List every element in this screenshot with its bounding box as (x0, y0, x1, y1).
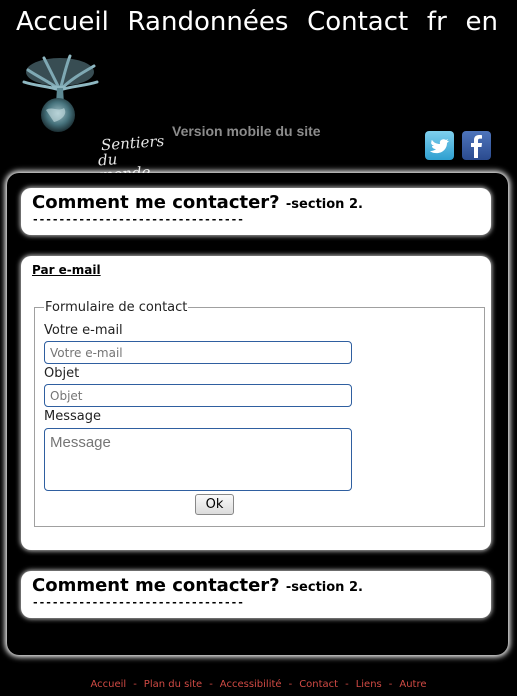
submit-button[interactable]: Ok (195, 494, 234, 515)
nav-contact[interactable]: Contact (307, 7, 408, 37)
section-divider: -------------------------------- (32, 596, 244, 609)
twitter-link[interactable] (425, 131, 454, 160)
footer-link-accueil[interactable]: Accueil (90, 679, 126, 690)
footer-separator: - (209, 679, 213, 690)
nav-randonnees[interactable]: Randonnées (128, 7, 289, 37)
nav-accueil[interactable]: Accueil (16, 7, 109, 37)
message-field[interactable] (44, 428, 352, 491)
footer-link-autre[interactable]: Autre (399, 679, 426, 690)
section-heading-card-top: Comment me contacter? -section 2. ------… (21, 188, 491, 235)
contact-form-legend: Formulaire de contact (45, 300, 188, 315)
email-field[interactable] (44, 341, 352, 364)
by-email-link[interactable]: Par e-mail (32, 263, 101, 277)
mobile-version-tagline: Version mobile du site (172, 123, 321, 139)
twitter-icon (430, 139, 449, 154)
section-subtitle: -section 2. (285, 197, 363, 212)
section-divider: -------------------------------- (32, 213, 244, 226)
site-logo[interactable]: Sentiers du monde (20, 52, 165, 184)
section-heading-card-bottom: Comment me contacter? -section 2. ------… (21, 571, 491, 618)
message-label: Message (44, 409, 101, 424)
section-title-text: Comment me contacter? (32, 192, 280, 213)
footer-link-plan-du-site[interactable]: Plan du site (144, 679, 202, 690)
section-title: Comment me contacter? -section 2. (32, 192, 363, 213)
top-nav: Accueil Randonnées Contact fr en (0, 4, 517, 40)
contact-form-card: Par e-mail Formulaire de contact Votre e… (21, 256, 491, 550)
facebook-link[interactable] (462, 131, 491, 160)
footer-link-liens[interactable]: Liens (356, 679, 382, 690)
footer-separator: - (288, 679, 293, 690)
tree-globe-icon (22, 54, 99, 132)
footer-nav: Accueil - Plan du site - Accessibilité - Conta… (0, 679, 517, 690)
subject-field[interactable] (44, 384, 352, 407)
section-subtitle: -section 2. (285, 580, 363, 595)
email-label: Votre e-mail (44, 323, 123, 338)
footer-separator: - (133, 679, 137, 690)
footer-link-contact[interactable]: Contact (299, 679, 338, 690)
nav-lang-fr[interactable]: fr (427, 7, 447, 37)
footer-separator: - (388, 679, 393, 690)
footer-separator: - (345, 679, 349, 690)
footer-link-accessibilite[interactable]: Accessibilité (220, 679, 282, 690)
section-title: Comment me contacter? -section 2. (32, 575, 363, 596)
section-title-text: Comment me contacter? (32, 575, 280, 596)
subject-label: Objet (44, 366, 80, 381)
nav-lang-en[interactable]: en (465, 7, 497, 37)
facebook-icon (471, 135, 482, 158)
